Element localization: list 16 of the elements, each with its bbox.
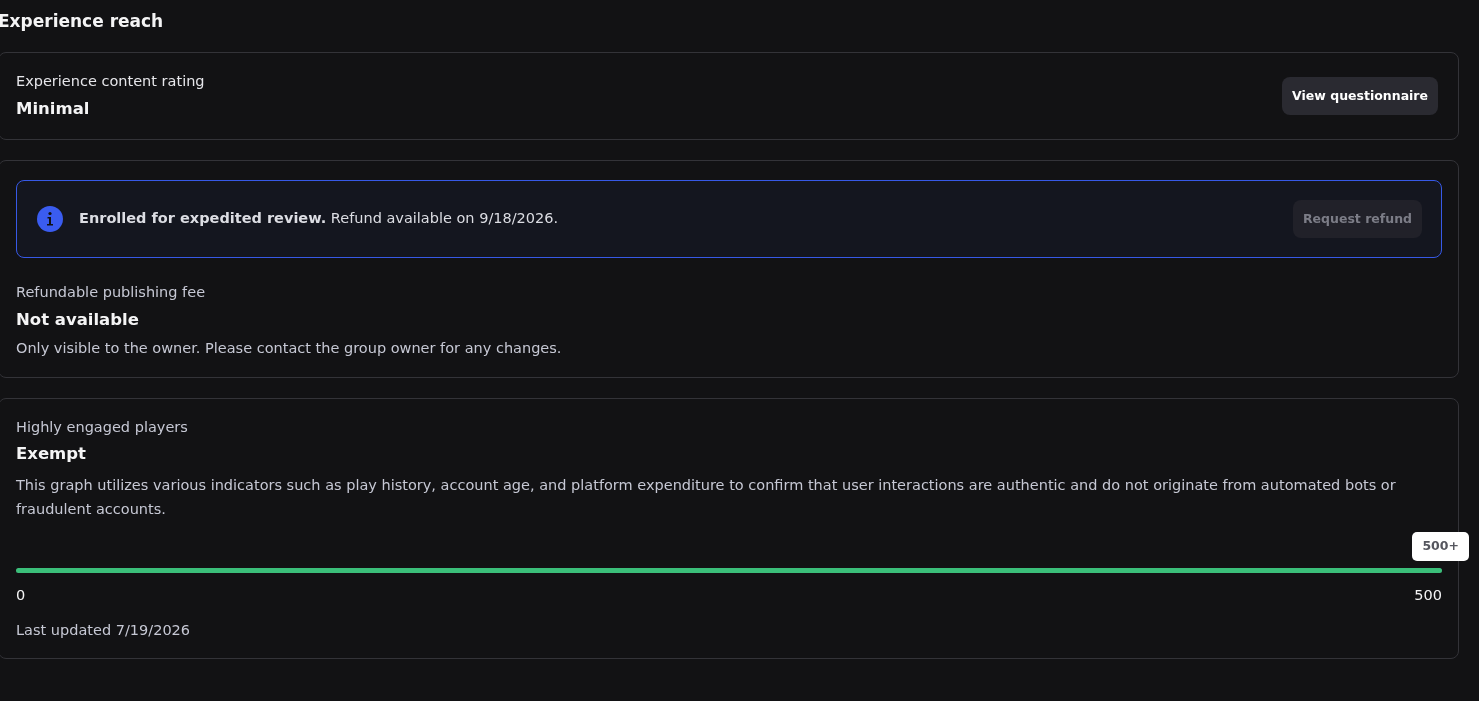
axis-label: 500 xyxy=(1414,585,1442,605)
field-value: Exempt xyxy=(16,443,87,465)
section-heading: Experience reach xyxy=(0,11,165,32)
value-tooltip: 500+ xyxy=(1412,532,1469,561)
field-label: Refundable publishing fee xyxy=(16,283,207,303)
field-label: Highly engaged players xyxy=(16,417,189,437)
description-text: This graph utilizes various indicators such as play history, account age, and platform expenditure to confirm that user interactions are authentic and do not originate from automated bots or fraudulent accounts. xyxy=(16,475,1397,519)
field-value: Minimal xyxy=(16,98,91,120)
notice-text: Enrolled for expedited review. Refund available on 9/18/2026. xyxy=(79,209,560,229)
field-label: Experience content rating xyxy=(16,72,205,92)
updated-text: Last updated 7/19/2026 xyxy=(16,620,192,640)
field-value: Not available xyxy=(16,309,140,331)
view-questionnaire-button[interactable]: View questionnaire xyxy=(1282,76,1438,116)
info-icon xyxy=(37,206,63,233)
axis-label: 0 xyxy=(16,585,26,605)
description-text: Only visible to the owner. Please contact the group owner for any changes. xyxy=(16,338,563,358)
